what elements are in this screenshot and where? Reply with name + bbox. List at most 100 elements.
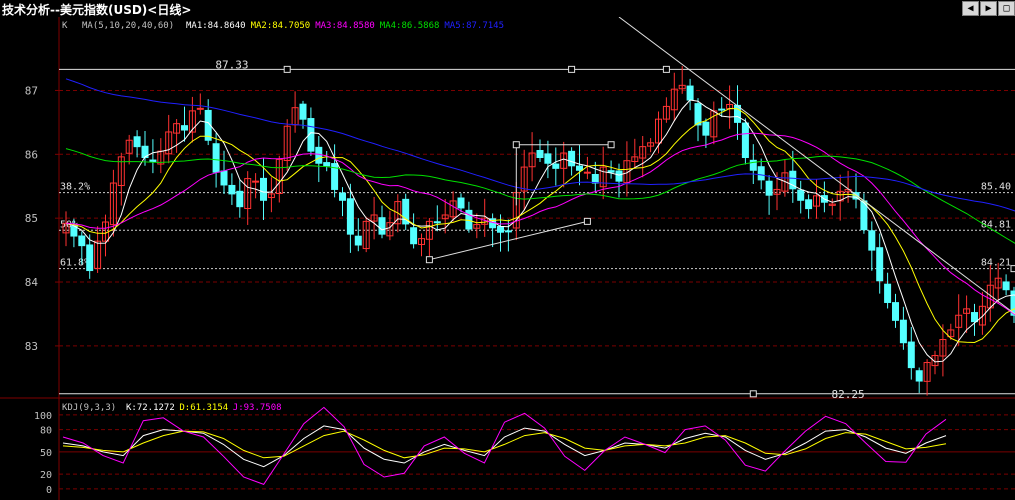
candle-body — [260, 177, 267, 201]
candle-body — [410, 227, 418, 245]
candle — [1010, 286, 1015, 324]
candle-body — [78, 235, 86, 247]
fib-level-label: 61.8% — [60, 258, 90, 269]
candle-body — [339, 192, 346, 201]
candle — [489, 213, 497, 248]
ma-legend-label: MA4:86.5868 — [380, 21, 440, 31]
candle — [283, 119, 291, 171]
kdj-tick-label: 0 — [46, 485, 52, 496]
candle — [655, 111, 662, 154]
candle — [884, 272, 892, 309]
line-handle — [283, 65, 291, 73]
high-label: 87.33 — [215, 58, 248, 71]
candle — [805, 194, 813, 219]
line-handle — [583, 217, 591, 225]
candle — [465, 201, 473, 233]
candle — [520, 149, 528, 211]
candle-body — [181, 125, 188, 131]
kdj-name-label: KDJ(9,3,3) — [62, 403, 116, 413]
candle — [402, 193, 410, 231]
kdj-tick-label: 20 — [40, 470, 52, 481]
arrow-left-icon[interactable]: ◀ — [962, 1, 979, 16]
candle-body — [196, 107, 204, 110]
kdj-j-line — [62, 406, 947, 486]
downtrend-line — [618, 17, 1015, 315]
candle-body — [686, 85, 694, 101]
candle — [536, 139, 544, 163]
title-bar: 技术分析--美元指数(USD)<日线> ◀ ▶ □ — [0, 0, 1015, 17]
candle — [157, 138, 165, 174]
maximize-icon[interactable]: □ — [998, 1, 1015, 16]
candle — [607, 160, 615, 179]
candle-body — [876, 247, 884, 282]
candle — [544, 140, 552, 179]
candle — [631, 138, 639, 168]
candle-body — [86, 244, 94, 272]
candle-body — [552, 163, 560, 169]
candle-body — [615, 170, 623, 182]
candle — [378, 205, 386, 239]
candle — [244, 171, 252, 225]
candle-body — [757, 166, 765, 181]
candle-body — [378, 217, 386, 235]
candle — [749, 144, 757, 184]
candle-body — [457, 197, 465, 209]
line-handle — [662, 65, 670, 73]
kdj-tick-label: 50 — [40, 448, 52, 459]
candle — [963, 295, 971, 333]
price-tick-label: 86 — [25, 148, 38, 161]
candle — [188, 96, 196, 143]
candle — [852, 173, 860, 209]
candle — [757, 158, 765, 190]
candle — [165, 114, 173, 164]
fib-level-label: 38.2% — [60, 182, 90, 193]
candle — [220, 150, 228, 194]
candle-body — [868, 230, 876, 251]
candle-body — [220, 170, 228, 186]
candle — [868, 221, 876, 271]
candle-body — [915, 370, 923, 382]
candle — [307, 107, 315, 156]
candle — [892, 293, 899, 328]
candle — [702, 118, 710, 148]
ma-legend-label: MA5:87.7145 — [444, 21, 504, 31]
candle — [1002, 274, 1010, 296]
candle — [971, 303, 978, 336]
candle-body — [544, 153, 552, 164]
candle-body — [465, 209, 473, 230]
low-label: 82.25 — [832, 388, 865, 401]
candle — [576, 145, 583, 186]
candle — [765, 175, 773, 215]
ma-legend-label: MA3:84.8580 — [315, 21, 375, 31]
candle — [662, 97, 670, 123]
candle — [418, 233, 425, 257]
candle-body — [907, 341, 915, 369]
candle-body — [252, 180, 260, 183]
candle-body — [694, 103, 702, 126]
candle-body — [299, 103, 307, 120]
candle — [726, 85, 734, 129]
kdj-legend-label: K:72.1272 — [126, 403, 175, 413]
arrow-right-icon[interactable]: ▶ — [980, 1, 997, 16]
candle-body — [899, 319, 907, 344]
candle — [228, 173, 236, 205]
candle-body — [576, 165, 583, 171]
candle — [734, 85, 741, 140]
candle — [915, 367, 923, 393]
candle — [718, 97, 726, 117]
candle-body — [212, 143, 220, 173]
candle — [797, 180, 805, 214]
price-tick-label: 84 — [25, 276, 39, 289]
candle — [362, 216, 370, 253]
candle — [923, 359, 931, 396]
candle — [907, 327, 915, 380]
candle-body — [133, 136, 141, 148]
kdj-legend-label: J:93.7508 — [233, 403, 282, 413]
candle-body — [1002, 281, 1010, 291]
candle-body — [741, 122, 749, 159]
candle — [196, 93, 204, 115]
window-title: 技术分析--美元指数(USD)<日线> — [2, 3, 192, 17]
candle — [102, 214, 109, 257]
candle-body — [536, 150, 544, 159]
candle-body — [354, 235, 362, 246]
